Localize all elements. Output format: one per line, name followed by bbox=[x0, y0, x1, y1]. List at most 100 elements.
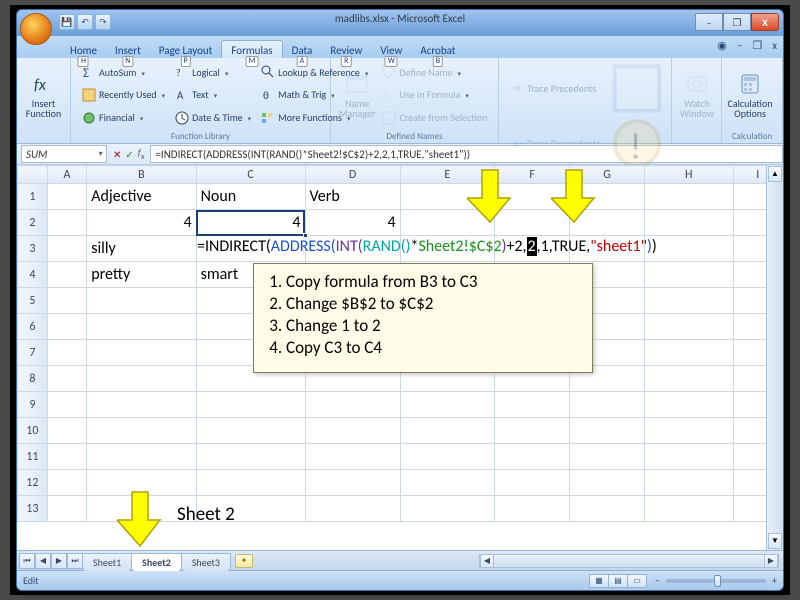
name-manager-button[interactable]: Name Manager bbox=[337, 61, 377, 129]
cell[interactable]: pretty bbox=[87, 262, 196, 288]
maximize-button[interactable]: ❐ bbox=[723, 13, 751, 31]
ribbon-help-icon[interactable]: ◉ bbox=[717, 39, 727, 52]
row-header[interactable]: 12 bbox=[18, 470, 48, 496]
confirm-edit-icon[interactable]: ✓ bbox=[125, 148, 133, 161]
scroll-left-icon[interactable]: ◀ bbox=[480, 555, 494, 567]
zoom-out-icon[interactable]: − bbox=[655, 574, 660, 587]
row-header[interactable]: 7 bbox=[18, 340, 48, 366]
scroll-down-icon[interactable]: ▼ bbox=[768, 533, 782, 549]
row-header[interactable]: 5 bbox=[18, 288, 48, 314]
error-checking-icon[interactable]: ! bbox=[611, 116, 663, 171]
row-header[interactable]: 11 bbox=[18, 444, 48, 470]
financial-button[interactable]: Financial bbox=[79, 109, 168, 127]
trace-dep-icon bbox=[510, 136, 524, 150]
insert-function-button[interactable]: fx Insert Function bbox=[23, 61, 64, 129]
sheet-tab-sheet1[interactable]: Sheet1 bbox=[82, 553, 132, 571]
trace-precedents-button[interactable]: Trace Precedents bbox=[507, 79, 603, 97]
row-header[interactable]: 8 bbox=[18, 366, 48, 392]
tab-formulas[interactable]: FormulasM bbox=[221, 40, 282, 58]
show-formulas-icon[interactable] bbox=[611, 61, 663, 116]
calc-icon bbox=[738, 72, 762, 96]
close-button[interactable]: X bbox=[751, 13, 779, 31]
instruction-callout: Copy formula from B3 to C3 Change $B$2 t… bbox=[253, 263, 593, 373]
group-calculation: Calculation bbox=[728, 129, 776, 142]
row-header[interactable]: 1 bbox=[18, 184, 48, 210]
titlebar: 💾 ↶ ↷ madlibs.xlsx - Microsoft Excel – ❐… bbox=[17, 10, 783, 36]
row-header[interactable]: 10 bbox=[18, 418, 48, 444]
view-pagebreak-icon[interactable]: ▭ bbox=[627, 574, 647, 588]
minimize-button[interactable]: – bbox=[695, 13, 723, 31]
watch-window-button[interactable]: Watch Window bbox=[678, 61, 716, 129]
new-sheet-button[interactable]: ✦ bbox=[235, 554, 253, 568]
cell[interactable]: 4 bbox=[87, 210, 196, 236]
zoom-in-icon[interactable]: + bbox=[772, 574, 777, 587]
svg-text:fx: fx bbox=[34, 76, 47, 95]
formula-bar: SUM▾ ✕ ✓ fx =INDIRECT(ADDRESS(INT(RAND()… bbox=[17, 144, 783, 165]
cancel-edit-icon[interactable]: ✕ bbox=[113, 148, 121, 161]
sheet-tab-sheet2[interactable]: Sheet2 bbox=[131, 553, 182, 571]
formula-input[interactable]: =INDIRECT(ADDRESS(INT(RAND()*Sheet2!$C$2… bbox=[150, 145, 783, 163]
group-function-library: Function Library bbox=[77, 129, 324, 142]
group-defined-names: Defined Names bbox=[337, 129, 492, 142]
tab-data[interactable]: DataA bbox=[283, 41, 322, 58]
sigma-icon: Σ bbox=[82, 65, 96, 79]
zoom-slider[interactable]: − + bbox=[655, 574, 777, 587]
horizontal-scrollbar[interactable]: ◀ ▶ bbox=[479, 554, 779, 568]
keytip: H bbox=[78, 56, 89, 67]
tab-insert[interactable]: InsertN bbox=[106, 41, 150, 58]
worksheet-area: A B C D E F G H I 1 Adjective Noun Verb bbox=[17, 165, 783, 550]
col-header[interactable]: B bbox=[87, 166, 196, 184]
row-header[interactable]: 6 bbox=[18, 314, 48, 340]
col-header[interactable]: C bbox=[196, 166, 305, 184]
recently-used-button[interactable]: Recently Used bbox=[79, 86, 168, 104]
cell[interactable]: Verb bbox=[305, 184, 400, 210]
ribbon-restore-workbook[interactable]: ❐ bbox=[752, 39, 762, 52]
calculation-options-button[interactable]: Calculation Options bbox=[728, 61, 772, 129]
tab-view[interactable]: ViewW bbox=[371, 41, 411, 58]
tab-page-layout[interactable]: Page LayoutP bbox=[150, 41, 222, 58]
text-button[interactable]: AText bbox=[172, 86, 254, 104]
tab-nav-first[interactable]: ⏮ bbox=[19, 553, 35, 569]
create-from-selection-button[interactable]: Create from Selection bbox=[379, 109, 490, 127]
active-cell[interactable]: 4 bbox=[196, 210, 305, 236]
row-header[interactable]: 2 bbox=[18, 210, 48, 236]
tab-acrobat[interactable]: AcrobatB bbox=[411, 41, 464, 58]
fx-icon-small[interactable]: fx bbox=[138, 146, 145, 162]
name-box[interactable]: SUM▾ bbox=[21, 145, 107, 163]
row-header[interactable]: 4 bbox=[18, 262, 48, 288]
office-button[interactable] bbox=[20, 13, 52, 45]
cell[interactable]: Adjective bbox=[87, 184, 196, 210]
row-header[interactable]: 13 bbox=[18, 496, 48, 522]
tab-nav-last[interactable]: ⏭ bbox=[67, 553, 83, 569]
use-in-formula-button[interactable]: fxUse in Formula bbox=[379, 86, 490, 104]
inline-formula-display: =INDIRECT(ADDRESS(INT(RAND()*Sheet2!$C$2… bbox=[197, 237, 657, 256]
sheet-tab-sheet3[interactable]: Sheet3 bbox=[181, 553, 231, 571]
sheet2-annotation: Sheet 2 bbox=[177, 503, 235, 526]
view-normal-icon[interactable]: ▦ bbox=[589, 574, 609, 588]
tab-home[interactable]: HomeH bbox=[61, 41, 106, 58]
callout-step: Change $B$2 to $C$2 bbox=[286, 293, 582, 314]
cell[interactable]: Noun bbox=[196, 184, 305, 210]
select-all-corner[interactable] bbox=[18, 166, 48, 184]
scroll-up-icon[interactable]: ▲ bbox=[768, 166, 782, 182]
tab-nav-next[interactable]: ▶ bbox=[51, 553, 67, 569]
vertical-scrollbar[interactable]: ▲ ▼ bbox=[766, 165, 783, 550]
tab-review[interactable]: ReviewR bbox=[321, 41, 371, 58]
cell[interactable]: silly bbox=[87, 236, 196, 262]
ribbon-minimize-workbook[interactable]: – bbox=[737, 39, 742, 52]
row-header[interactable]: 9 bbox=[18, 392, 48, 418]
col-header[interactable]: H bbox=[644, 166, 733, 184]
col-header[interactable]: D bbox=[305, 166, 400, 184]
row-header[interactable]: 3 bbox=[18, 236, 48, 262]
ribbon-close-workbook[interactable]: x bbox=[772, 39, 777, 52]
cell[interactable]: 4 bbox=[305, 210, 400, 236]
view-pagelayout-icon[interactable]: ▤ bbox=[608, 574, 628, 588]
col-header[interactable]: A bbox=[47, 166, 87, 184]
scroll-right-icon[interactable]: ▶ bbox=[764, 555, 778, 567]
keytip: P bbox=[180, 56, 190, 67]
lookup-icon bbox=[261, 65, 275, 79]
svg-text:Σ: Σ bbox=[83, 66, 89, 79]
tab-nav-prev[interactable]: ◀ bbox=[35, 553, 51, 569]
more-icon bbox=[261, 111, 275, 125]
datetime-button[interactable]: Date & Time bbox=[172, 109, 254, 127]
